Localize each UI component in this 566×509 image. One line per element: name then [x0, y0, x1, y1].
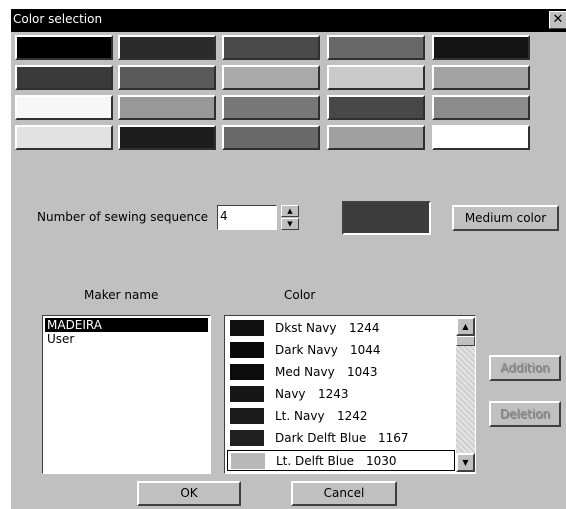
maker-item-madeira[interactable]: MADEIRA [45, 318, 208, 332]
color-swatch[interactable] [327, 65, 425, 90]
color-swatch[interactable] [432, 95, 530, 120]
color-code: 1043 [347, 365, 378, 379]
scroll-thumb[interactable] [456, 336, 475, 346]
sequence-value: 4 [220, 209, 228, 223]
color-swatch[interactable] [118, 95, 216, 120]
color-chip [230, 320, 264, 336]
color-name: Dark Navy [275, 343, 338, 357]
ok-button[interactable]: OK [137, 481, 241, 506]
color-swatch[interactable] [432, 65, 530, 90]
title-bar: Color selection ✕ [11, 9, 566, 32]
color-code: 1242 [337, 409, 368, 423]
sequence-spinner: ▲ ▼ [281, 205, 299, 230]
color-swatch[interactable] [222, 65, 320, 90]
color-list-item[interactable]: Dark Navy 1044 [227, 340, 455, 361]
color-list-item[interactable]: Dkst Navy 1244 [227, 318, 455, 339]
color-list-scrollbar[interactable]: ▲ ▼ [456, 317, 475, 472]
color-header: Color [284, 288, 316, 302]
color-swatch[interactable] [222, 95, 320, 120]
color-chip [231, 453, 265, 469]
window-title: Color selection [13, 12, 103, 26]
color-swatch[interactable] [15, 65, 113, 90]
arrow-down-icon: ▼ [287, 220, 293, 228]
color-name: Dark Delft Blue [275, 431, 367, 445]
color-name: Lt. Navy [275, 409, 325, 423]
color-chip [230, 408, 264, 424]
color-swatch[interactable] [118, 65, 216, 90]
color-swatch[interactable] [432, 125, 530, 150]
color-code: 1167 [378, 431, 409, 445]
color-swatch[interactable] [15, 35, 113, 60]
color-code: 1244 [349, 321, 380, 335]
color-list-item[interactable]: Navy 1243 [227, 384, 455, 405]
cancel-button[interactable]: Cancel [291, 481, 397, 506]
maker-item-user[interactable]: User [45, 332, 208, 346]
color-swatch[interactable] [327, 125, 425, 150]
addition-button[interactable]: Addition [489, 355, 561, 381]
spin-down-button[interactable]: ▼ [281, 218, 299, 230]
color-list-item[interactable]: Lt. Navy 1242 [227, 406, 455, 427]
color-code: 1044 [350, 343, 381, 357]
medium-color-button[interactable]: Medium color [452, 205, 559, 231]
color-chip [230, 342, 264, 358]
color-chip [230, 364, 264, 380]
color-swatch[interactable] [327, 95, 425, 120]
color-name: Lt. Delft Blue [276, 454, 355, 468]
scroll-down-button[interactable]: ▼ [456, 453, 475, 472]
color-swatch[interactable] [15, 95, 113, 120]
close-button[interactable]: ✕ [549, 11, 566, 29]
color-name: Med Navy [275, 365, 335, 379]
color-name: Navy [275, 387, 306, 401]
color-list-item[interactable]: Dark Delft Blue 1167 [227, 428, 455, 449]
color-swatch[interactable] [432, 35, 530, 60]
color-preview [342, 201, 431, 235]
color-swatch[interactable] [118, 125, 216, 150]
color-name: Dkst Navy [275, 321, 337, 335]
color-swatch[interactable] [222, 35, 320, 60]
arrow-up-icon: ▲ [287, 207, 293, 215]
spin-up-button[interactable]: ▲ [281, 205, 299, 217]
arrow-up-icon: ▲ [462, 322, 469, 331]
color-code: 1243 [318, 387, 349, 401]
color-list-item[interactable]: Med Navy 1043 [227, 362, 455, 383]
maker-list[interactable]: MADEIRA User [42, 315, 211, 474]
color-swatch[interactable] [118, 35, 216, 60]
color-chip [230, 430, 264, 446]
scroll-up-button[interactable]: ▲ [456, 317, 475, 336]
color-list-item[interactable]: Lt. Delft Blue 1030 [227, 450, 455, 471]
color-chip [230, 386, 264, 402]
sequence-label: Number of sewing sequence [37, 210, 209, 224]
color-swatch[interactable] [222, 125, 320, 150]
color-list[interactable]: Dkst Navy 1244 Dark Navy 1044 Med Navy 1043 Na… [224, 315, 476, 474]
sequence-input[interactable]: 4 [217, 205, 277, 230]
maker-name-header: Maker name [84, 288, 159, 302]
close-icon: ✕ [552, 12, 564, 27]
color-code: 1030 [366, 454, 397, 468]
deletion-button[interactable]: Deletion [489, 401, 561, 427]
color-selection-dialog: Color selection ✕ Number of sewing seque… [10, 8, 566, 509]
arrow-down-icon: ▼ [462, 458, 469, 467]
color-swatch[interactable] [15, 125, 113, 150]
color-swatch[interactable] [327, 35, 425, 60]
